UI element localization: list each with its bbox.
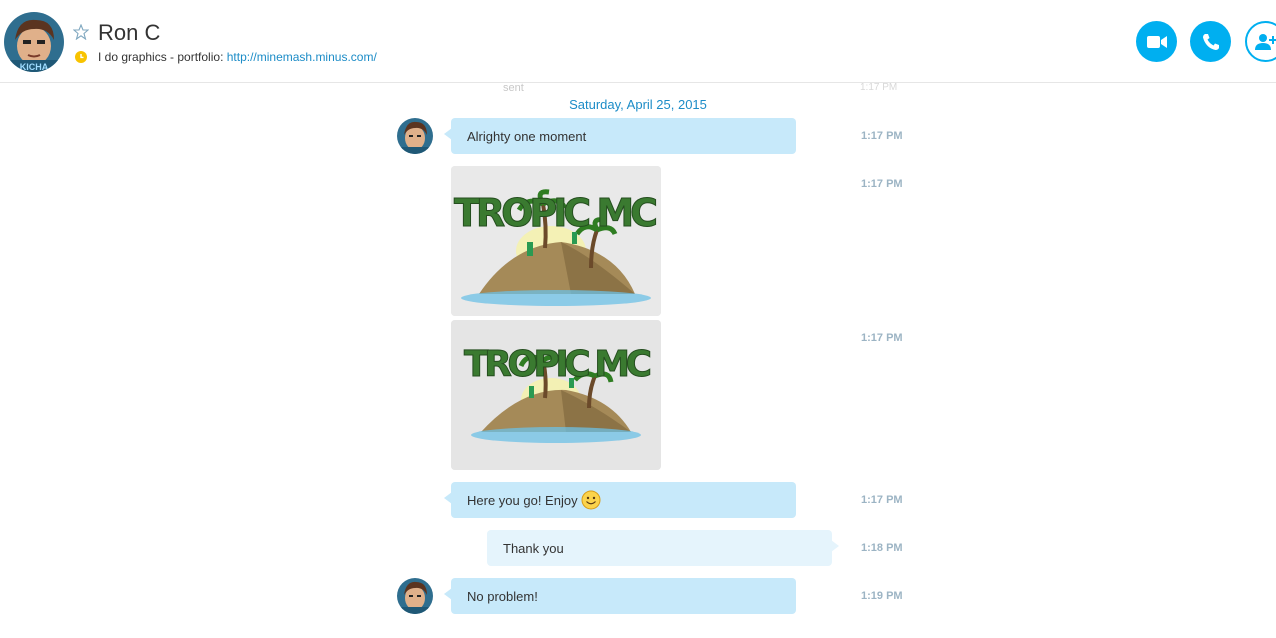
phone-icon (1202, 33, 1219, 50)
sender-avatar[interactable] (397, 118, 433, 154)
svg-text:TROPIC MC: TROPIC MC (464, 344, 652, 385)
sender-avatar[interactable] (397, 578, 433, 614)
video-call-icon (1146, 35, 1167, 48)
shared-image-tropic-mc[interactable]: TROPIC MC (451, 320, 661, 470)
add-participant-button[interactable] (1245, 21, 1276, 62)
video-call-button[interactable] (1136, 21, 1177, 62)
message-timestamp: 1:19 PM (861, 590, 903, 602)
favorite-star-icon[interactable] (72, 23, 90, 41)
my-message-bubble[interactable]: Thank you (487, 530, 839, 566)
conversation-header: KICHA Ron C I do graphics - portfolio: h… (0, 0, 1276, 83)
message-bubble[interactable]: Here you go! Enjoy (444, 482, 796, 518)
message-timestamp: 1:17 PM (861, 130, 903, 142)
date-divider: Saturday, April 25, 2015 (569, 97, 707, 112)
message-bubble[interactable]: No problem! (444, 578, 796, 614)
portfolio-link[interactable]: http://minemash.minus.com/ (227, 50, 377, 64)
smile-emoticon-icon (581, 490, 601, 510)
message-text: No problem! (467, 588, 538, 604)
message-text: Thank you (503, 540, 564, 556)
add-contact-icon (1254, 33, 1276, 50)
message-timestamp: 1:17 PM (861, 332, 903, 344)
message-text: Alrighty one moment (467, 128, 587, 144)
message-timestamp: 1:17 PM (861, 494, 903, 506)
mood-text: I do graphics - portfolio: (98, 50, 227, 64)
mood-message: I do graphics - portfolio: http://minema… (98, 50, 377, 64)
message-bubble[interactable]: Alrighty one moment (444, 118, 796, 154)
svg-text:KICHA: KICHA (20, 62, 49, 72)
message-timestamp: 1:17 PM (861, 178, 903, 190)
message-text: Here you go! Enjoy (467, 492, 578, 508)
contact-name: Ron C (98, 20, 161, 45)
previous-message-time: 1:17 PM (860, 82, 898, 93)
svg-text:TROPIC MC: TROPIC MC (454, 191, 658, 235)
shared-image-tropic-mc[interactable]: TROPIC MC (451, 166, 661, 316)
message-timestamp: 1:18 PM (861, 542, 903, 554)
contact-avatar[interactable]: KICHA (4, 12, 64, 72)
status-away-icon (75, 50, 87, 63)
previous-message-status: sent (503, 82, 524, 94)
audio-call-button[interactable] (1190, 21, 1231, 62)
